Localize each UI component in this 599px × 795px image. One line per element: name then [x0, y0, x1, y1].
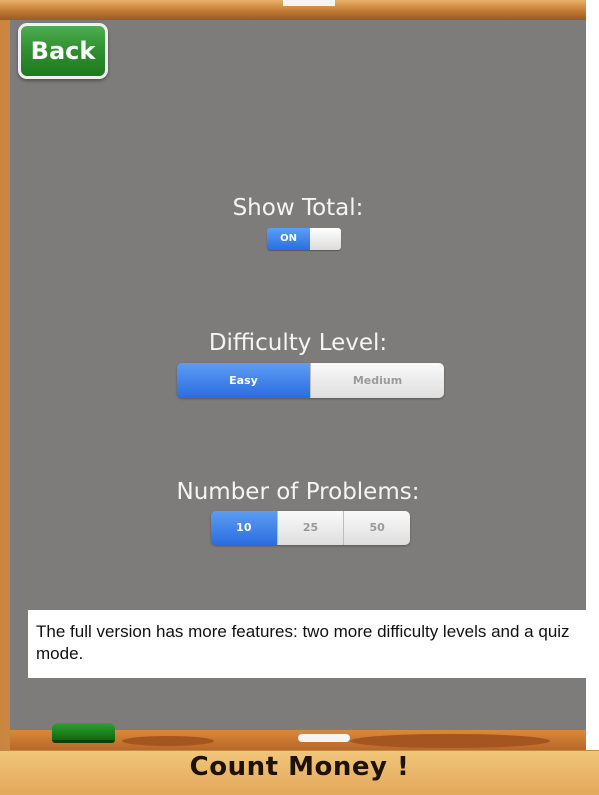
problems-option-10[interactable]: 10: [211, 511, 277, 545]
tray-groove: [350, 734, 550, 748]
full-version-info: The full version has more features: two …: [28, 610, 590, 678]
chalk-icon: [298, 734, 350, 742]
tray-groove: [122, 736, 214, 746]
eraser-icon: [52, 723, 115, 743]
difficulty-option-easy[interactable]: Easy: [177, 363, 310, 398]
problems-option-50[interactable]: 50: [343, 511, 410, 545]
toggle-on-text: ON: [267, 228, 310, 250]
difficulty-segmented-control: Easy Medium: [177, 363, 444, 398]
show-total-toggle[interactable]: ON: [267, 228, 341, 250]
back-button[interactable]: Back: [18, 23, 108, 79]
top-rail-gap: [283, 0, 335, 6]
difficulty-label: Difficulty Level:: [208, 330, 388, 356]
problems-option-25[interactable]: 25: [276, 511, 344, 545]
difficulty-option-medium[interactable]: Medium: [310, 363, 444, 398]
problems-label: Number of Problems:: [176, 479, 420, 505]
toggle-knob: [310, 228, 341, 250]
top-wood-rail: [0, 0, 599, 20]
app-title: Count Money !: [189, 752, 410, 782]
show-total-label: Show Total:: [232, 195, 364, 221]
problems-segmented-control: 10 25 50: [211, 511, 410, 545]
